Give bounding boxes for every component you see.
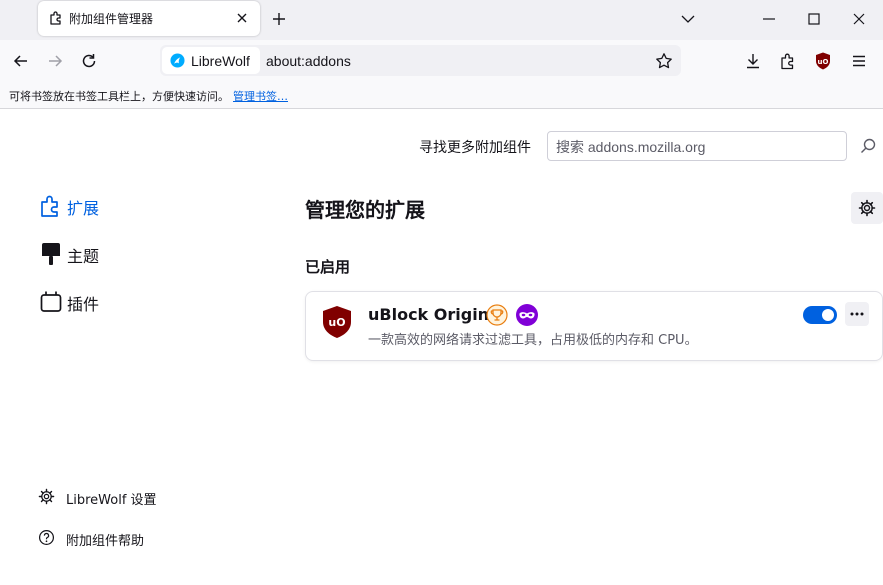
plugin-icon	[40, 291, 62, 312]
back-arrow-icon[interactable]	[11, 51, 31, 71]
hamburger-menu-icon[interactable]	[849, 51, 869, 71]
tab-addons-manager[interactable]: 附加组件管理器	[38, 1, 260, 36]
addons-search-box[interactable]	[547, 131, 847, 161]
category-label: 插件	[67, 295, 100, 314]
brush-icon	[42, 243, 60, 265]
footer-link-label: 附加组件帮助	[66, 534, 145, 549]
private-browsing-mask-icon[interactable]	[516, 304, 538, 326]
url-text[interactable]: about:addons	[266, 53, 351, 69]
help-icon	[38, 529, 55, 546]
ublock-origin-icon: uO	[323, 306, 351, 338]
category-label: 主题	[67, 247, 100, 266]
tab-title: 附加组件管理器	[69, 12, 154, 26]
bookmark-star-icon[interactable]	[655, 52, 673, 70]
extension-card-ublock-origin[interactable]: uO uBlock Origin 一款高效的网络请求过滤工具，占用极低的内存和 …	[305, 291, 883, 361]
maximize-icon[interactable]	[806, 11, 822, 27]
bookmarks-toolbar: 可将书签放在书签工具栏上，方便快速访问。 管理书签…	[0, 82, 883, 109]
gear-icon	[858, 199, 876, 217]
bookmarks-toolbar-message: 可将书签放在书签工具栏上，方便快速访问。 管理书签…	[9, 88, 288, 104]
enabled-section-heading: 已启用	[305, 258, 351, 276]
svg-text:uO: uO	[818, 58, 829, 66]
navigation-bar: LibreWolf about:addons uO	[0, 40, 883, 82]
extensions-icon[interactable]	[778, 51, 798, 71]
puzzle-icon	[50, 11, 61, 25]
find-more-addons-label: 寻找更多附加组件	[419, 140, 531, 156]
extension-description: 一款高效的网络请求过滤工具，占用极低的内存和 CPU。	[368, 333, 698, 348]
extension-enable-toggle[interactable]	[803, 306, 837, 324]
category-label: 扩展	[67, 199, 100, 218]
minimize-icon[interactable]	[761, 11, 777, 27]
search-icon[interactable]	[859, 137, 877, 155]
chevron-down-icon[interactable]	[680, 11, 696, 27]
close-icon[interactable]	[234, 10, 250, 26]
addons-search-input[interactable]	[556, 137, 840, 157]
toggle-knob	[822, 309, 834, 321]
identity-label: LibreWolf	[191, 53, 250, 69]
bookmarks-empty-text: 可将书签放在书签工具栏上，方便快速访问。	[9, 90, 229, 103]
close-icon[interactable]	[851, 11, 867, 27]
more-options-icon	[850, 312, 864, 316]
page-title: 管理您的扩展	[305, 198, 425, 222]
identity-box[interactable]: LibreWolf	[162, 47, 260, 74]
ublock-origin-icon[interactable]: uO	[813, 51, 833, 71]
download-icon[interactable]	[743, 51, 763, 71]
recommended-trophy-icon[interactable]	[486, 304, 508, 326]
addons-page: 寻找更多附加组件 扩展 主题 插件 管理您的扩展	[0, 110, 883, 585]
svg-text:uO: uO	[328, 316, 345, 329]
new-tab-plus-icon[interactable]	[270, 10, 288, 28]
puzzle-icon	[41, 195, 58, 217]
footer-link-label: LibreWolf 设置	[66, 493, 157, 508]
reload-icon[interactable]	[79, 51, 99, 71]
forward-arrow-icon[interactable]	[45, 51, 65, 71]
extension-more-options-button[interactable]	[845, 302, 869, 326]
url-bar[interactable]: LibreWolf about:addons	[160, 45, 681, 76]
tab-strip: 附加组件管理器	[0, 0, 883, 40]
librewolf-logo-icon	[170, 53, 185, 68]
gear-icon	[38, 488, 55, 505]
extension-name[interactable]: uBlock Origin	[368, 305, 489, 324]
manage-bookmarks-link[interactable]: 管理书签…	[233, 90, 288, 103]
tools-gear-button[interactable]	[851, 192, 883, 224]
